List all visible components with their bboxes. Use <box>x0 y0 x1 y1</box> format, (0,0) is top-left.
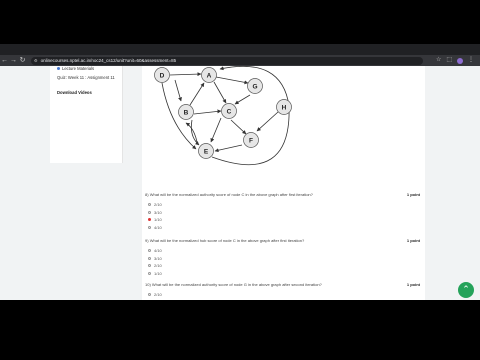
scroll-to-top-button[interactable]: ⌃ <box>458 282 474 298</box>
page: Lecture Materials Quiz: Week 11 : Assign… <box>0 66 480 300</box>
radio-button[interactable] <box>148 225 151 229</box>
forward-icon[interactable]: → <box>9 55 18 66</box>
graph-node-h: H <box>276 99 292 115</box>
bullet-icon <box>57 67 60 71</box>
reload-icon[interactable]: ↻ <box>18 55 27 66</box>
address-bar[interactable]: ⚙ onlinecourses.nptel.ac.in/noc24_cs12/u… <box>31 55 423 66</box>
profile-avatar[interactable] <box>457 57 463 64</box>
extensions-icon[interactable]: ⬚ <box>446 55 452 66</box>
radio-button[interactable] <box>148 271 151 275</box>
graph-node-c: C <box>221 103 237 119</box>
tab-strip <box>0 44 480 55</box>
answer-option[interactable]: 4/10 <box>148 300 162 301</box>
option-label: 4/10 <box>154 224 162 230</box>
graph-diagram: D A G B C H F E <box>154 66 292 166</box>
points-label: 1 point <box>406 192 420 197</box>
question-body: What will be the normalized authority sc… <box>149 192 313 197</box>
radio-button[interactable] <box>148 256 151 260</box>
sidebar-item-download-videos[interactable]: Download Videos <box>57 90 92 95</box>
graph-node-e: E <box>198 143 214 159</box>
radio-button[interactable] <box>148 218 151 221</box>
question-text: 9) What will be the normalized hub score… <box>145 238 395 243</box>
option-label: 2/10 <box>154 263 162 268</box>
graph-node-d: D <box>154 67 170 83</box>
points-label: 1 point <box>406 238 420 243</box>
answer-option[interactable]: 2/10 <box>148 202 162 207</box>
site-info-icon[interactable]: ⚙ <box>34 55 38 66</box>
url-text: onlinecourses.nptel.ac.in/noc24_cs12/uni… <box>40 58 177 63</box>
option-label: 1/10 <box>154 270 162 276</box>
graph-node-label: E <box>204 148 209 155</box>
graph-node-label: B <box>184 109 189 116</box>
course-sidebar: Lecture Materials Quiz: Week 11 : Assign… <box>50 66 123 163</box>
answer-option[interactable]: 2/10 <box>148 263 162 268</box>
option-label: 2/10 <box>154 292 162 297</box>
graph-node-label: H <box>282 104 287 111</box>
assessment-content: D A G B C H F E 8) What will be the normalized … <box>142 66 425 300</box>
radio-button[interactable] <box>148 264 151 267</box>
option-label: 1/10 <box>154 217 162 222</box>
menu-icon[interactable]: ⋮ <box>468 55 474 66</box>
option-label: 4/10 <box>154 300 162 301</box>
question-text: 10) What will be the normalized authorit… <box>145 282 395 287</box>
sidebar-item-quiz-week-11[interactable]: Quiz: Week 11 : Assignment 11 <box>57 75 115 80</box>
question-text: 8) What will be the normalized authority… <box>145 192 395 197</box>
chevron-up-icon: ⌃ <box>462 284 470 294</box>
graph-node-label: D <box>160 72 165 79</box>
radio-button[interactable] <box>148 203 151 206</box>
back-icon[interactable]: ← <box>0 55 9 66</box>
graph-node-label: C <box>227 108 232 115</box>
graph-node-f: F <box>243 132 259 148</box>
answer-option[interactable]: 1/10 <box>148 217 162 222</box>
graph-node-label: F <box>249 137 253 144</box>
points-label: 1 point <box>406 282 420 287</box>
answer-option[interactable]: 2/10 <box>148 292 162 297</box>
option-label: 3/10 <box>154 255 162 261</box>
graph-node-g: G <box>247 78 263 94</box>
sidebar-item-lecture-materials[interactable]: Lecture Materials <box>57 66 94 71</box>
browser-toolbar: ← → ↻ ⚙ onlinecourses.nptel.ac.in/noc24_… <box>0 55 480 66</box>
option-label: 4/10 <box>154 248 162 253</box>
question-number: 10) <box>145 282 151 287</box>
radio-button[interactable] <box>148 210 151 214</box>
bookmark-star-icon[interactable]: ☆ <box>436 55 441 66</box>
graph-node-b: B <box>178 104 194 120</box>
answer-option[interactable]: 3/10 <box>148 256 162 261</box>
option-label: 2/10 <box>154 202 162 207</box>
graph-node-a: A <box>201 67 217 83</box>
answer-option[interactable]: 4/10 <box>148 248 162 253</box>
answer-option[interactable]: 3/10 <box>148 210 162 215</box>
question-body: What will be the normalized hub score of… <box>149 238 305 243</box>
radio-button[interactable] <box>148 293 151 296</box>
answer-option[interactable]: 1/10 <box>148 271 162 276</box>
question-body: What will be the normalized authority sc… <box>151 282 322 287</box>
option-label: 3/10 <box>154 209 162 215</box>
graph-node-label: A <box>207 72 212 79</box>
graph-node-label: G <box>252 83 257 90</box>
browser-window: ← → ↻ ⚙ onlinecourses.nptel.ac.in/noc24_… <box>0 44 480 300</box>
radio-button[interactable] <box>148 249 151 252</box>
answer-option[interactable]: 4/10 <box>148 225 162 230</box>
